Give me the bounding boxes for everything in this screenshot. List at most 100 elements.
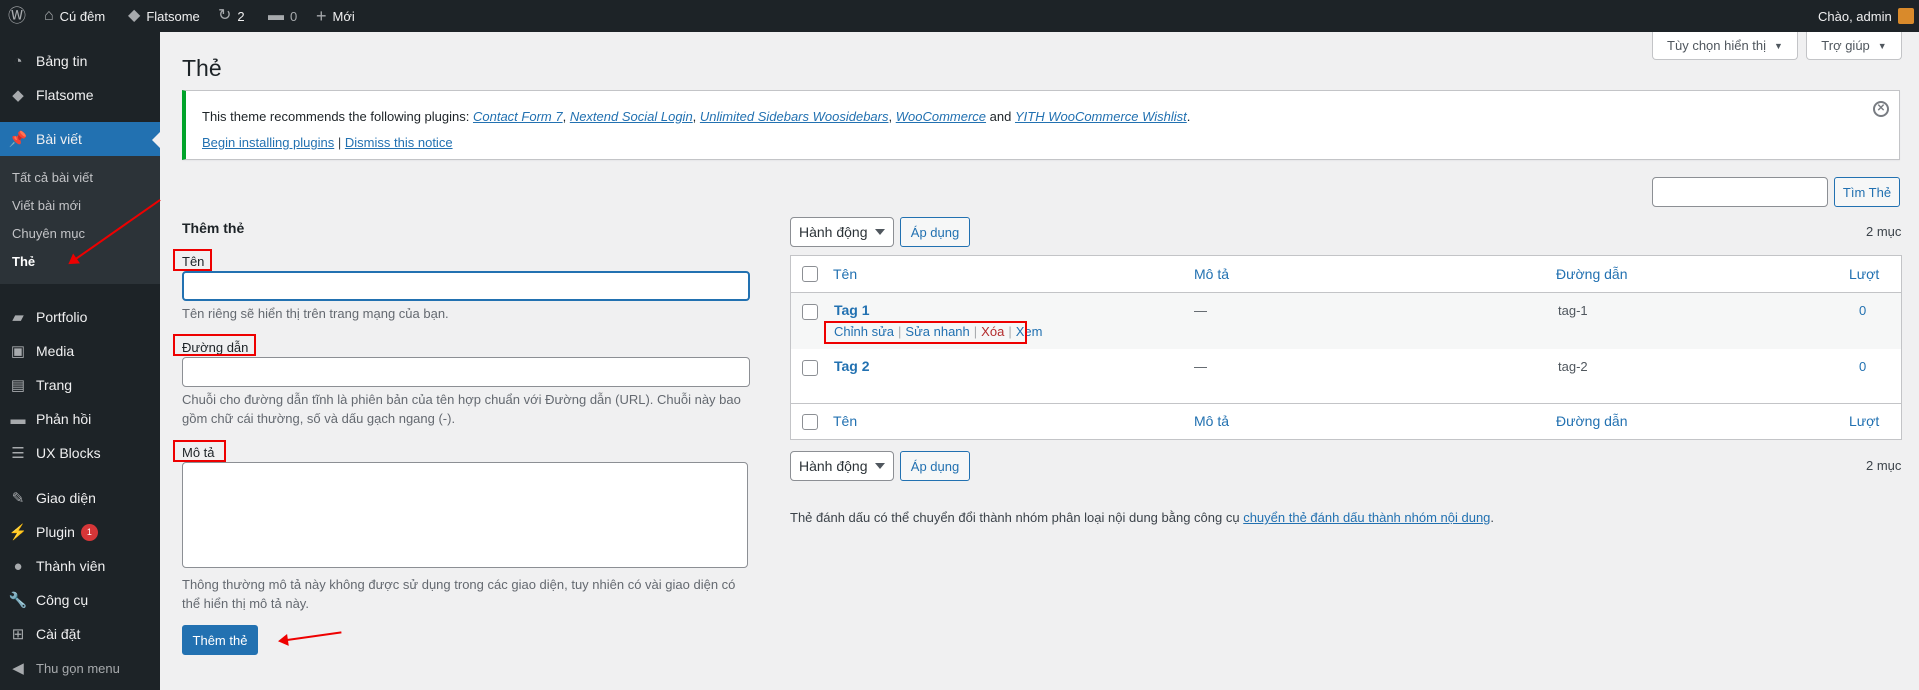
menu-item-plugins[interactable]: ⚡ Plugin 1 xyxy=(0,515,160,549)
description-textarea[interactable] xyxy=(182,462,748,568)
tag-converter-link[interactable]: chuyển thẻ đánh dấu thành nhóm nội dung xyxy=(1243,510,1490,525)
menu-item-portfolio[interactable]: ▰ Portfolio xyxy=(0,300,160,334)
column-slug-footer[interactable]: Đường dẫn xyxy=(1556,413,1627,429)
screen-options-button[interactable]: Tùy chọn hiển thị ▼ xyxy=(1652,32,1798,60)
site-name-link[interactable]: ⌂ Cú đêm xyxy=(44,0,105,32)
plugin-link-yith[interactable]: YITH WooCommerce Wishlist xyxy=(1015,109,1187,124)
tag-count-link[interactable]: 0 xyxy=(1859,303,1866,318)
name-hint: Tên riêng sẽ hiển thị trên trang mạng củ… xyxy=(182,306,449,321)
caret-down-icon: ▼ xyxy=(1774,40,1783,51)
add-tag-heading: Thêm thẻ xyxy=(182,220,245,236)
submenu-all-posts[interactable]: Tất cả bài viết xyxy=(12,170,93,185)
plugin-link-cf7[interactable]: Contact Form 7 xyxy=(473,109,563,124)
divider xyxy=(791,403,1901,404)
column-slug[interactable]: Đường dẫn xyxy=(1556,266,1627,282)
plugin-link-woocommerce[interactable]: WooCommerce xyxy=(896,109,986,124)
theme-link[interactable]: ◆ Flatsome xyxy=(128,0,200,32)
dashboard-icon: ◔ xyxy=(13,52,23,70)
updates-link[interactable]: ↻ 2 xyxy=(218,0,245,32)
slug-label: Đường dẫn xyxy=(182,340,249,355)
user-icon: ● xyxy=(13,557,23,575)
column-name[interactable]: Tên xyxy=(833,266,857,282)
menu-item-users[interactable]: ● Thành viên xyxy=(0,549,160,583)
dismiss-notice-link[interactable]: Dismiss this notice xyxy=(345,135,453,150)
menu-item-comments[interactable]: ▬ Phản hồi xyxy=(0,402,160,436)
separator: | xyxy=(973,324,978,339)
updates-icon: ↻ xyxy=(218,7,232,24)
description-hint-line1: Thông thường mô tả này không được sử dụn… xyxy=(182,577,736,592)
caret-down-icon: ▼ xyxy=(1877,40,1887,51)
new-content-link[interactable]: + Mới xyxy=(316,0,355,32)
edit-link[interactable]: Chỉnh sửa xyxy=(834,324,894,339)
quick-edit-link[interactable]: Sửa nhanh xyxy=(905,324,969,339)
tag-count-link[interactable]: 0 xyxy=(1859,359,1866,374)
menu-item-pages[interactable]: ▤ Trang xyxy=(0,368,160,402)
name-label: Tên xyxy=(182,254,205,269)
bulk-action-select-top[interactable]: Hành động xyxy=(790,217,894,247)
begin-installing-link[interactable]: Begin installing plugins xyxy=(202,135,334,150)
column-description-footer[interactable]: Mô tả xyxy=(1194,413,1229,429)
collapse-icon: ◀ xyxy=(12,660,24,677)
plugin-recommend-notice: This theme recommends the following plug… xyxy=(182,90,1900,160)
search-input[interactable] xyxy=(1652,177,1828,207)
tag-description: — xyxy=(1194,303,1207,318)
search-tags-button[interactable]: Tìm Thẻ xyxy=(1834,177,1900,207)
submenu-tags[interactable]: Thẻ xyxy=(12,254,35,269)
caret-down-icon xyxy=(875,463,885,474)
row-actions: Chỉnh sửa | Sửa nhanh | Xóa | Xem xyxy=(834,324,1042,339)
flatsome-icon: ◆ xyxy=(128,7,141,24)
caret-down-icon xyxy=(875,229,885,240)
apply-button-bottom[interactable]: Áp dụng xyxy=(900,451,970,481)
menu-item-ux-blocks[interactable]: ☰ UX Blocks xyxy=(0,436,160,470)
tag-name-link[interactable]: Tag 2 xyxy=(834,358,870,374)
row-checkbox[interactable] xyxy=(802,360,818,376)
tag-name-link[interactable]: Tag 1 xyxy=(834,302,870,318)
name-input[interactable] xyxy=(182,271,750,301)
menu-item-appearance[interactable]: ✎ Giao diện xyxy=(0,481,160,515)
add-tag-button[interactable]: Thêm thẻ xyxy=(182,625,258,655)
menu-item-settings[interactable]: ⊞ Cài đặt xyxy=(0,617,160,651)
plugin-update-badge: 1 xyxy=(80,523,98,541)
bulk-action-select-bottom[interactable]: Hành động xyxy=(790,451,894,481)
row-checkbox[interactable] xyxy=(802,304,818,320)
help-button[interactable]: Trợ giúp ▼ xyxy=(1806,32,1902,60)
column-name-footer[interactable]: Tên xyxy=(833,413,857,429)
select-all-checkbox[interactable] xyxy=(802,266,818,282)
comment-icon: ▬ xyxy=(268,7,284,24)
blocks-icon: ☰ xyxy=(11,445,25,462)
apply-button-top[interactable]: Áp dụng xyxy=(900,217,970,247)
my-account-link[interactable]: Chào, admin xyxy=(1818,0,1914,32)
slug-input[interactable] xyxy=(182,357,750,387)
submenu-categories[interactable]: Chuyên mục xyxy=(12,226,85,241)
close-icon[interactable]: ✕ xyxy=(1873,101,1889,117)
notice-text: This theme recommends the following plug… xyxy=(202,109,1191,124)
plugin-icon: ⚡ xyxy=(8,524,28,541)
menu-item-posts[interactable]: 📌 Bài viết xyxy=(0,122,160,156)
comments-link[interactable]: ▬ 0 xyxy=(268,0,297,32)
table-row: Tag 1 — tag-1 0 Chỉnh sửa | Sửa nhanh | Xóa |… xyxy=(791,293,1901,349)
slug-hint-line2: gồm chữ cái thường, số và dấu gạch ngang… xyxy=(182,411,456,426)
pin-icon: 📌 xyxy=(8,131,28,148)
wordpress-logo-icon[interactable]: Ⓦ xyxy=(8,0,26,32)
column-description[interactable]: Mô tả xyxy=(1194,266,1229,282)
slug-hint-line1: Chuỗi cho đường dẫn tĩnh là phiên bản củ… xyxy=(182,392,741,407)
view-link[interactable]: Xem xyxy=(1016,324,1043,339)
column-count-footer[interactable]: Lượt xyxy=(1849,413,1879,429)
red-arrow xyxy=(279,631,342,642)
menu-item-flatsome[interactable]: ◆ Flatsome xyxy=(0,78,160,112)
tag-slug: tag-2 xyxy=(1558,359,1588,374)
select-all-checkbox-bottom[interactable] xyxy=(802,414,818,430)
plugin-link-nextend[interactable]: Nextend Social Login xyxy=(570,109,693,124)
delete-link[interactable]: Xóa xyxy=(981,324,1004,339)
menu-item-tools[interactable]: 🔧 Công cụ xyxy=(0,583,160,617)
menu-item-media[interactable]: ▣ Media xyxy=(0,334,160,368)
column-count[interactable]: Lượt xyxy=(1849,266,1879,282)
submenu-new-post[interactable]: Viết bài mới xyxy=(12,198,81,213)
page-title: Thẻ xyxy=(182,55,222,81)
home-icon: ⌂ xyxy=(44,7,54,24)
collapse-menu-button[interactable]: ◀ Thu gọn menu xyxy=(0,651,160,685)
menu-item-dashboard[interactable]: ◔ Bảng tin xyxy=(0,44,160,78)
plugin-link-woosidebars[interactable]: Unlimited Sidebars Woosidebars xyxy=(700,109,889,124)
separator: | xyxy=(898,324,902,339)
admin-sidebar: ◔ Bảng tin ◆ Flatsome 📌 Bài viết Tất cả bài… xyxy=(0,32,160,690)
